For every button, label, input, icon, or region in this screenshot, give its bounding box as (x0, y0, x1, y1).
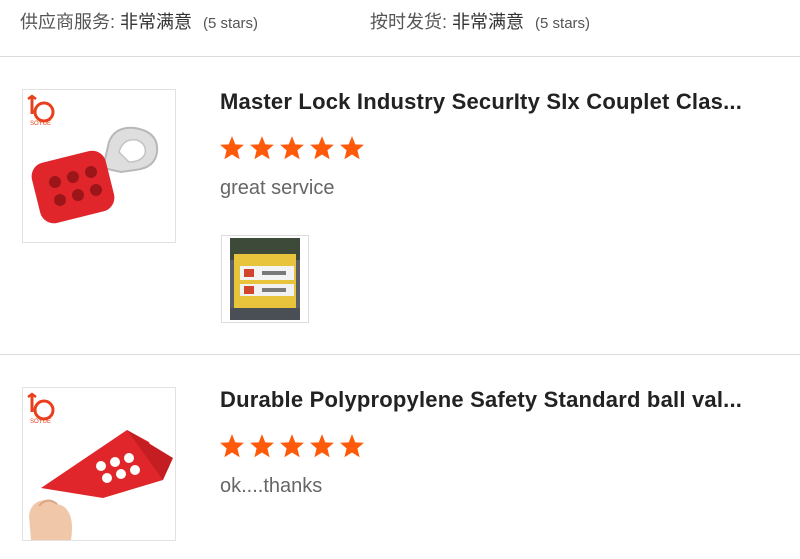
review-comment: ok....thanks (220, 475, 323, 497)
rating-on-time-delivery: 按时发货: 非常满意 (5 stars) (370, 8, 590, 34)
review-item: SOYUE Master Lock Industry SecurIty SIx … (0, 57, 800, 354)
rating-value: 非常满意 (120, 12, 193, 32)
star-icon (280, 434, 304, 458)
review-item: SOYUE Durable Polypropylene Safety Stand… (0, 355, 800, 559)
rating-value: 非常满意 (452, 12, 525, 32)
star-icon (220, 434, 244, 458)
rating-label: 按时发货: (370, 12, 448, 32)
star-icon (250, 434, 274, 458)
star-icon (310, 136, 334, 160)
star-icon (250, 136, 274, 160)
star-rating (219, 135, 369, 161)
rating-label: 供应商服务: (20, 12, 116, 32)
product-thumbnail[interactable]: SOYUE (22, 89, 176, 243)
red-ball-valve-lockout-image (29, 430, 173, 540)
star-icon (340, 136, 364, 160)
package-photo-image (230, 238, 300, 320)
rating-supplier-service: 供应商服务: 非常满意 (5 stars) (20, 8, 258, 34)
rating-stars-text: (5 stars) (203, 15, 259, 32)
review-comment: great service (220, 177, 335, 199)
product-title-link[interactable]: Master Lock Industry SecurIty SIx Couple… (220, 89, 742, 115)
seller-ratings-summary: 供应商服务: 非常满意 (5 stars) 按时发货: 非常满意 (5 star… (0, 0, 800, 56)
star-icon (340, 434, 364, 458)
star-rating (219, 433, 369, 459)
star-icon (310, 434, 334, 458)
star-icon (220, 136, 244, 160)
rating-stars-text: (5 stars) (535, 15, 591, 32)
star-icon (280, 136, 304, 160)
product-title-link[interactable]: Durable Polypropylene Safety Standard ba… (220, 387, 742, 413)
product-thumbnail[interactable]: SOYUE (22, 387, 176, 541)
review-photo[interactable] (221, 235, 309, 323)
red-lockout-hasp-image (31, 126, 159, 224)
